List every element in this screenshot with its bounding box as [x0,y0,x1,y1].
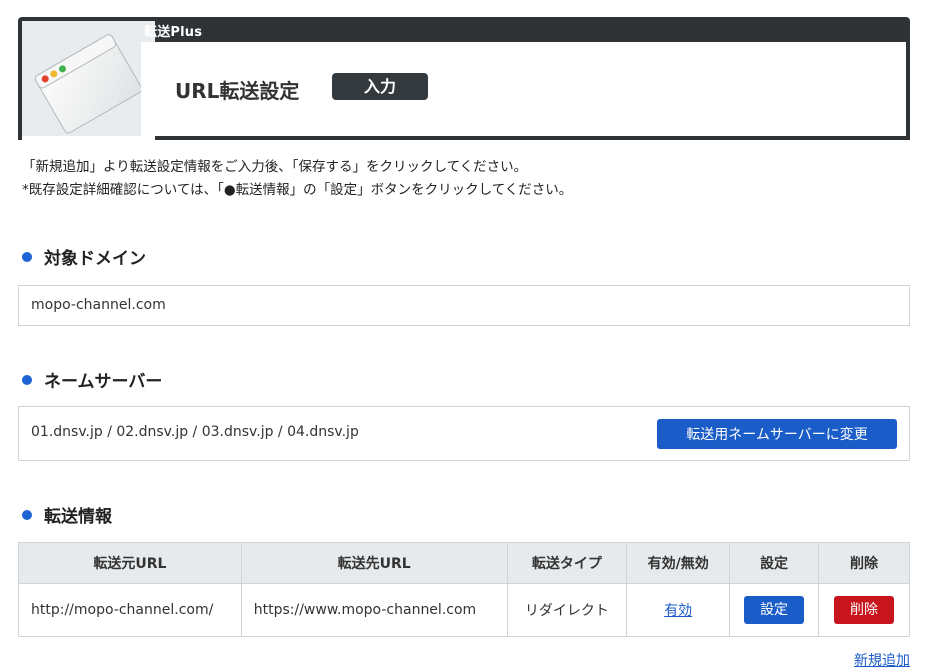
status-cell: 有効 [626,583,731,637]
delete-button[interactable]: 削除 [834,596,895,624]
window-icon [34,34,143,134]
instructions: 「新規追加」より転送設定情報をご入力後、「保存する」をクリックしてください。 *… [22,156,572,202]
domain-heading-label: 対象ドメイン [44,249,146,269]
forward-table: 転送元URL 転送先URL 転送タイプ 有効/無効 設定 削除 http://m… [18,542,910,637]
bullet-icon [22,251,32,262]
bullet-icon [22,374,32,385]
instruction-line-1: 「新規追加」より転送設定情報をご入力後、「保存する」をクリックしてください。 [22,159,528,175]
app-logo [22,21,155,152]
destination-url-cell: https://www.mopo-channel.com [240,583,508,637]
mode-badge: 入力 [332,73,428,100]
setting-cell: 設定 [729,583,820,637]
domain-section-heading: 対象ドメイン [22,244,146,269]
forward-heading-label: 転送情報 [44,507,112,527]
instruction-line-2: *既存設定詳細確認については、「●転送情報」の「設定」ボタンをクリックしてくださ… [22,182,573,198]
setting-button[interactable]: 設定 [744,596,805,624]
domain-value: mopo-channel.com [18,285,910,326]
forward-type-cell: リダイレクト [506,583,628,637]
header-panel: 転送Plus URL転送設定 入力 [18,17,910,152]
nameserver-box: 01.dnsv.jp / 02.dnsv.jp / 03.dnsv.jp / 0… [18,406,910,461]
change-nameserver-button[interactable]: 転送用ネームサーバーに変更 [657,419,897,449]
column-header-setting: 設定 [729,542,820,584]
header-main: URL転送設定 入力 [141,42,906,136]
nameserver-value: 01.dnsv.jp / 02.dnsv.jp / 03.dnsv.jp / 0… [31,424,359,440]
forward-section-heading: 転送情報 [22,502,112,527]
product-name: 転送Plus [144,25,203,40]
status-toggle-link[interactable]: 有効 [664,603,692,619]
page-title: URL転送設定 [175,79,300,103]
column-header-delete: 削除 [818,542,910,584]
delete-cell: 削除 [818,583,910,637]
column-header-source: 転送元URL [18,542,242,584]
add-new-link[interactable]: 新規追加 [854,650,910,670]
bullet-icon [22,509,32,520]
column-header-type: 転送タイプ [506,542,628,584]
nameserver-section-heading: ネームサーバー [22,367,162,392]
source-url-cell: http://mopo-channel.com/ [18,583,242,637]
table-row: http://mopo-channel.com/ https://www.mop… [18,583,910,637]
table-header-row: 転送元URL 転送先URL 転送タイプ 有効/無効 設定 削除 [18,542,910,584]
column-header-status: 有効/無効 [626,542,731,584]
column-header-destination: 転送先URL [240,542,508,584]
nameserver-heading-label: ネームサーバー [44,372,163,392]
